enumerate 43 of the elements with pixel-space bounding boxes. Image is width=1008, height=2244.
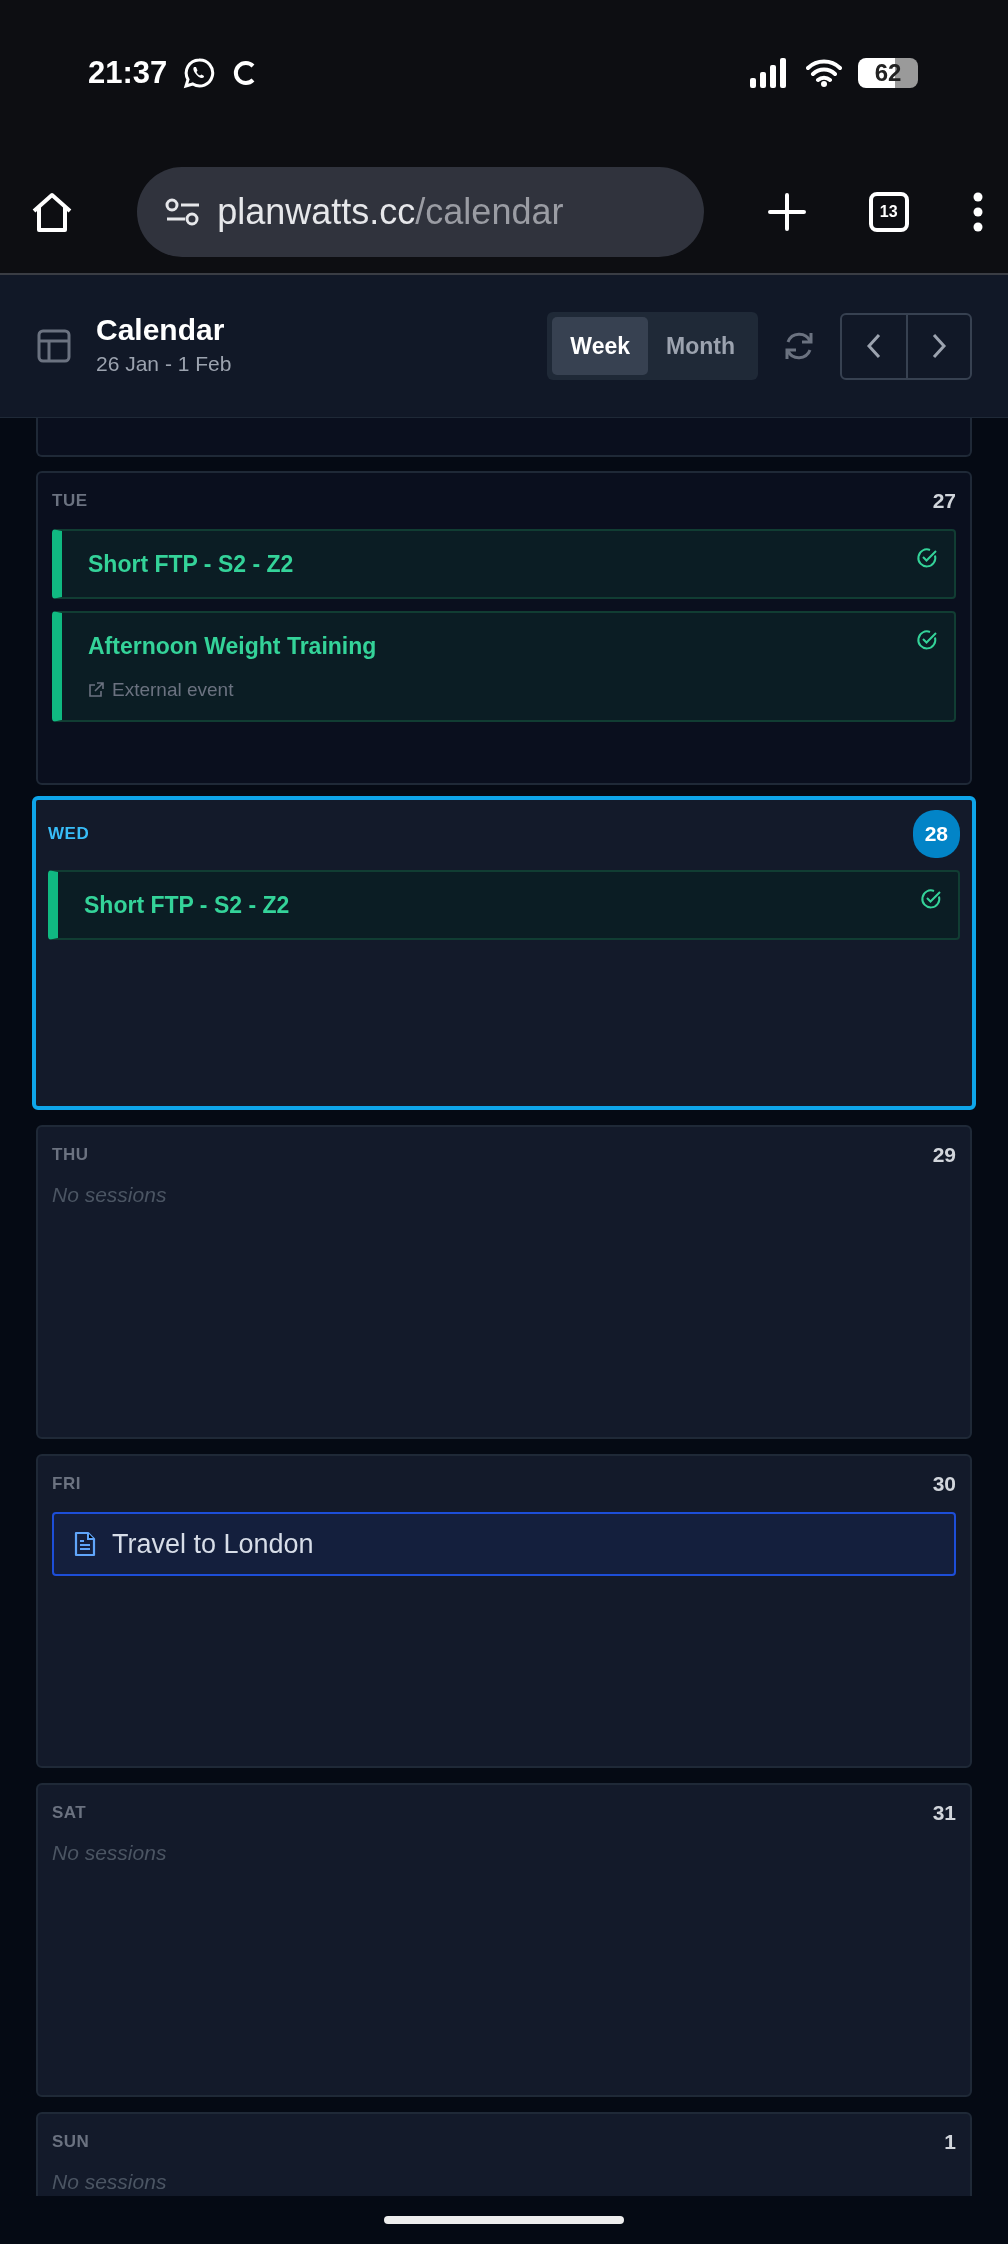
tab-count-button[interactable]: 13 <box>868 191 909 232</box>
day-label: SUN <box>52 2131 90 2153</box>
date-number: 29 <box>932 1142 956 1168</box>
workout-event[interactable]: Short FTP - S2 - Z2 <box>52 528 956 599</box>
wifi-icon <box>806 59 842 87</box>
day-label: FRI <box>52 1473 81 1495</box>
empty-message: No sessions <box>52 2168 168 2195</box>
layout-icon[interactable] <box>36 328 72 364</box>
day-label: SAT <box>52 1802 87 1824</box>
workout-event[interactable]: Short FTP - S2 - Z2 <box>48 869 960 940</box>
event-title: Short FTP - S2 - Z2 <box>84 890 290 920</box>
date-number: 27 <box>932 488 956 514</box>
event-source: External event <box>112 677 234 702</box>
battery-indicator: 62 <box>858 58 918 88</box>
chevron-left-icon <box>866 333 882 359</box>
clock-time: 21:37 <box>88 53 168 92</box>
view-tab[interactable]: Week <box>552 316 649 376</box>
date-range: 26 Jan - 1 Feb <box>96 351 232 378</box>
event-title: Afternoon Weight Training <box>88 632 377 661</box>
address-bar[interactable]: planwatts.cc/calendar <box>137 166 705 257</box>
empty-message: No sessions <box>52 1839 168 1866</box>
view-tab[interactable]: Month <box>648 316 753 376</box>
event-title: Travel to London <box>112 1527 314 1561</box>
date-badge: 28 <box>912 810 960 858</box>
day-label: THU <box>52 1144 89 1166</box>
plus-icon[interactable] <box>767 192 806 231</box>
chevron-right-icon <box>931 333 947 359</box>
note-event[interactable]: Travel to London <box>52 1511 956 1576</box>
more-icon[interactable] <box>972 191 984 232</box>
day-label: WED <box>48 823 90 845</box>
document-icon <box>74 1530 96 1557</box>
empty-message: No sessions <box>52 1181 168 1208</box>
date-number: 31 <box>932 1800 956 1826</box>
page-title: Calendar <box>96 312 226 349</box>
home-icon[interactable] <box>30 190 74 233</box>
date-number: 1 <box>944 2129 956 2155</box>
event-title: Short FTP - S2 - Z2 <box>88 549 294 579</box>
day-label: TUE <box>52 490 88 512</box>
chat-bubble-icon <box>183 57 216 89</box>
tune-icon[interactable] <box>165 196 202 227</box>
date-number: 30 <box>932 1471 956 1497</box>
workout-event[interactable]: Afternoon Weight Training External event <box>52 611 956 722</box>
external-link-icon <box>88 681 104 698</box>
